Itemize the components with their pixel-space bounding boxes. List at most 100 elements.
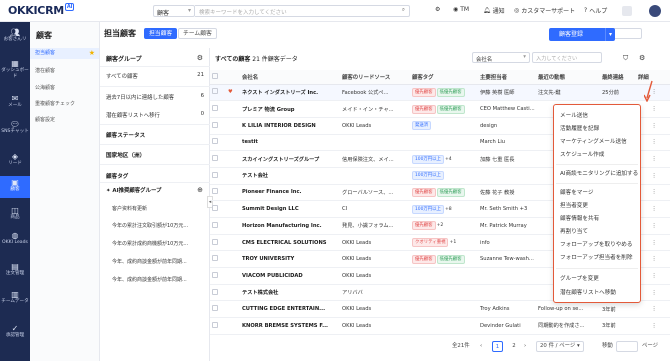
notice-button[interactable]: 🔔︎ 通知 bbox=[483, 6, 505, 15]
company-name[interactable]: testit bbox=[240, 134, 340, 152]
main-contact[interactable]: Mr. Seth Smith +3 bbox=[478, 200, 536, 218]
more-icon[interactable]: ⋮ bbox=[636, 300, 670, 319]
main-contact[interactable]: 伊藤 英樹 医師 bbox=[478, 84, 536, 102]
row-marker[interactable] bbox=[226, 150, 240, 168]
search-icon[interactable]: ⌕ bbox=[402, 7, 405, 14]
row-checkbox[interactable] bbox=[210, 117, 226, 135]
company-name[interactable]: Summit Design LLC bbox=[240, 200, 340, 218]
subnav-item-duplicate[interactable]: 重複顧客チェック bbox=[35, 100, 75, 107]
main-contact[interactable]: Devinder Gulati bbox=[478, 317, 536, 335]
row-checkbox[interactable] bbox=[210, 250, 226, 269]
group-item-recent[interactable]: 過去7日以内に連絡した顧客 6 bbox=[106, 93, 206, 101]
row-marker[interactable] bbox=[226, 167, 240, 185]
company-name[interactable]: Pioneer Finance Inc. bbox=[240, 184, 340, 202]
company-name[interactable]: スカイイングストリーズグループ bbox=[240, 150, 340, 168]
sidebar-item-mail[interactable]: ✉ メール bbox=[0, 94, 30, 109]
page-size-select[interactable]: 20 件 / ページ ▾ bbox=[536, 341, 584, 352]
menu-item-move-potential[interactable]: 潜在顧客リストへ移動 bbox=[560, 288, 616, 296]
company-name[interactable]: テスト会社 bbox=[240, 167, 340, 185]
main-contact[interactable]: March Liu bbox=[478, 134, 536, 152]
row-checkbox[interactable] bbox=[210, 100, 226, 118]
app-switch-icon[interactable] bbox=[622, 6, 632, 16]
more-icon[interactable]: ⋮ bbox=[636, 150, 670, 168]
menu-item-change-owner[interactable]: 担当者変更 bbox=[560, 201, 588, 209]
menu-item-change-group[interactable]: グループを変更 bbox=[560, 274, 599, 282]
page-button[interactable]: 1 bbox=[492, 341, 503, 352]
row-checkbox[interactable] bbox=[210, 134, 226, 152]
select-all-checkbox[interactable] bbox=[212, 72, 218, 79]
column-header[interactable]: 会社名 bbox=[240, 70, 340, 85]
main-contact[interactable]: 加藤 七重 医長 bbox=[478, 150, 536, 168]
sidebar-item-contacts[interactable]: 👥︎ お客さんリ bbox=[0, 28, 30, 43]
column-header[interactable] bbox=[210, 70, 226, 85]
row-marker[interactable] bbox=[226, 134, 240, 152]
main-contact[interactable] bbox=[478, 267, 536, 285]
row-marker[interactable] bbox=[226, 184, 240, 202]
column-header[interactable]: 顧客のリードソース bbox=[340, 70, 410, 85]
heart-icon[interactable]: ♥ bbox=[226, 84, 240, 102]
group-item-potential[interactable]: 潜在顧客リストへ移行 0 bbox=[106, 111, 206, 119]
search-scope-select[interactable]: 顧客 bbox=[153, 5, 195, 17]
row-marker[interactable] bbox=[226, 250, 240, 269]
more-icon[interactable]: ⋮ bbox=[636, 317, 670, 335]
company-name[interactable]: ネクスト インダストリーズ Inc. bbox=[240, 84, 340, 102]
sidebar-item-sns[interactable]: 💬︎ SNSチャット bbox=[0, 120, 30, 135]
sidebar-item-customer[interactable]: ▣ 顧客 bbox=[0, 176, 30, 198]
more-icon[interactable]: ⋮ bbox=[636, 267, 670, 285]
row-marker[interactable] bbox=[226, 234, 240, 252]
main-contact[interactable]: CEO Matthew Casti... bbox=[478, 100, 536, 118]
company-name[interactable]: Horizon Manufacturing Inc. bbox=[240, 217, 340, 235]
sidebar-item-dashboard[interactable]: ▦ ダッシュボード bbox=[0, 59, 30, 79]
company-name[interactable]: TROY UNIVERSITY bbox=[240, 250, 340, 269]
okki-logo[interactable]: OKKICRM AI bbox=[8, 3, 75, 17]
ai-group-item[interactable]: 客户资料有更新 bbox=[112, 205, 204, 212]
row-marker[interactable] bbox=[226, 217, 240, 235]
group-section-country[interactable]: 国家地区（洲） bbox=[106, 151, 145, 159]
row-checkbox[interactable] bbox=[210, 317, 226, 335]
ai-group-item[interactable]: 今年、成約商談金額が前年同期... bbox=[112, 276, 204, 283]
support-button[interactable]: ◎ カスタマーサポート bbox=[514, 6, 575, 15]
more-icon[interactable]: ⋮ bbox=[636, 134, 670, 152]
more-icon[interactable]: ⋮ bbox=[636, 217, 670, 235]
menu-item-share[interactable]: 顧客情報を共有 bbox=[560, 214, 599, 222]
company-name[interactable]: プレミア 物流 Group bbox=[240, 100, 340, 118]
row-checkbox[interactable] bbox=[210, 167, 226, 185]
ai-group-item[interactable]: 今年の累計注文取引額が10万元... bbox=[112, 222, 204, 229]
subnav-item-potential[interactable]: 潜在顧客 bbox=[35, 67, 55, 74]
main-contact[interactable]: info bbox=[478, 234, 536, 252]
filter-icon[interactable]: ⛉ bbox=[623, 54, 628, 63]
row-checkbox[interactable] bbox=[210, 284, 226, 302]
row-marker[interactable] bbox=[226, 284, 240, 302]
menu-item-schedule[interactable]: スケジュール作成 bbox=[560, 150, 604, 158]
tab-team[interactable]: チーム顧客 bbox=[178, 28, 217, 39]
recent-activity[interactable]: 注文先-鍵 bbox=[536, 84, 600, 102]
table-row[interactable]: ♥ ネクスト インダストリーズ Inc. Facebook 公式ペ... 優先顧客 低優… bbox=[210, 84, 670, 102]
more-icon[interactable]: ⋮ bbox=[636, 284, 670, 302]
recent-activity[interactable]: Follow-up on se... bbox=[536, 300, 600, 319]
column-header[interactable]: 顧客タグ bbox=[410, 70, 478, 85]
company-name[interactable]: VIACOM PUBLICIDAD bbox=[240, 267, 340, 285]
menu-item-log-activity[interactable]: 活動履歴を記録 bbox=[560, 124, 599, 132]
settings-icon[interactable]: ⚙ bbox=[197, 54, 203, 62]
star-icon[interactable]: ★ bbox=[89, 48, 95, 59]
more-icon[interactable]: ⋮ bbox=[636, 250, 670, 269]
company-name[interactable]: KNORR BREMSE SYSTEMS F... bbox=[240, 317, 340, 335]
row-marker[interactable] bbox=[226, 317, 240, 335]
subnav-item-public[interactable]: 公海顧客 bbox=[35, 84, 55, 91]
row-marker[interactable] bbox=[226, 100, 240, 118]
column-header[interactable]: 最近の動態 bbox=[536, 70, 600, 85]
main-contact[interactable] bbox=[478, 284, 536, 302]
main-contact[interactable] bbox=[478, 167, 536, 185]
avatar[interactable] bbox=[649, 5, 661, 17]
group-item-all[interactable]: すべての顧客 21 bbox=[106, 72, 206, 80]
chevron-down-icon[interactable]: ▾ bbox=[605, 28, 615, 41]
more-icon[interactable]: ⋮ bbox=[636, 200, 670, 218]
row-marker[interactable] bbox=[226, 300, 240, 319]
main-contact[interactable]: Suzanne Tew-wash... bbox=[478, 250, 536, 269]
subnav-item-settings[interactable]: 顧客設定 bbox=[35, 116, 55, 123]
menu-item-send-mail[interactable]: メール送信 bbox=[560, 111, 588, 119]
row-checkbox[interactable] bbox=[210, 234, 226, 252]
grid-search-input[interactable]: 入力してください bbox=[532, 52, 602, 63]
more-icon[interactable]: ⋮ bbox=[636, 100, 670, 118]
column-header[interactable] bbox=[226, 70, 240, 85]
